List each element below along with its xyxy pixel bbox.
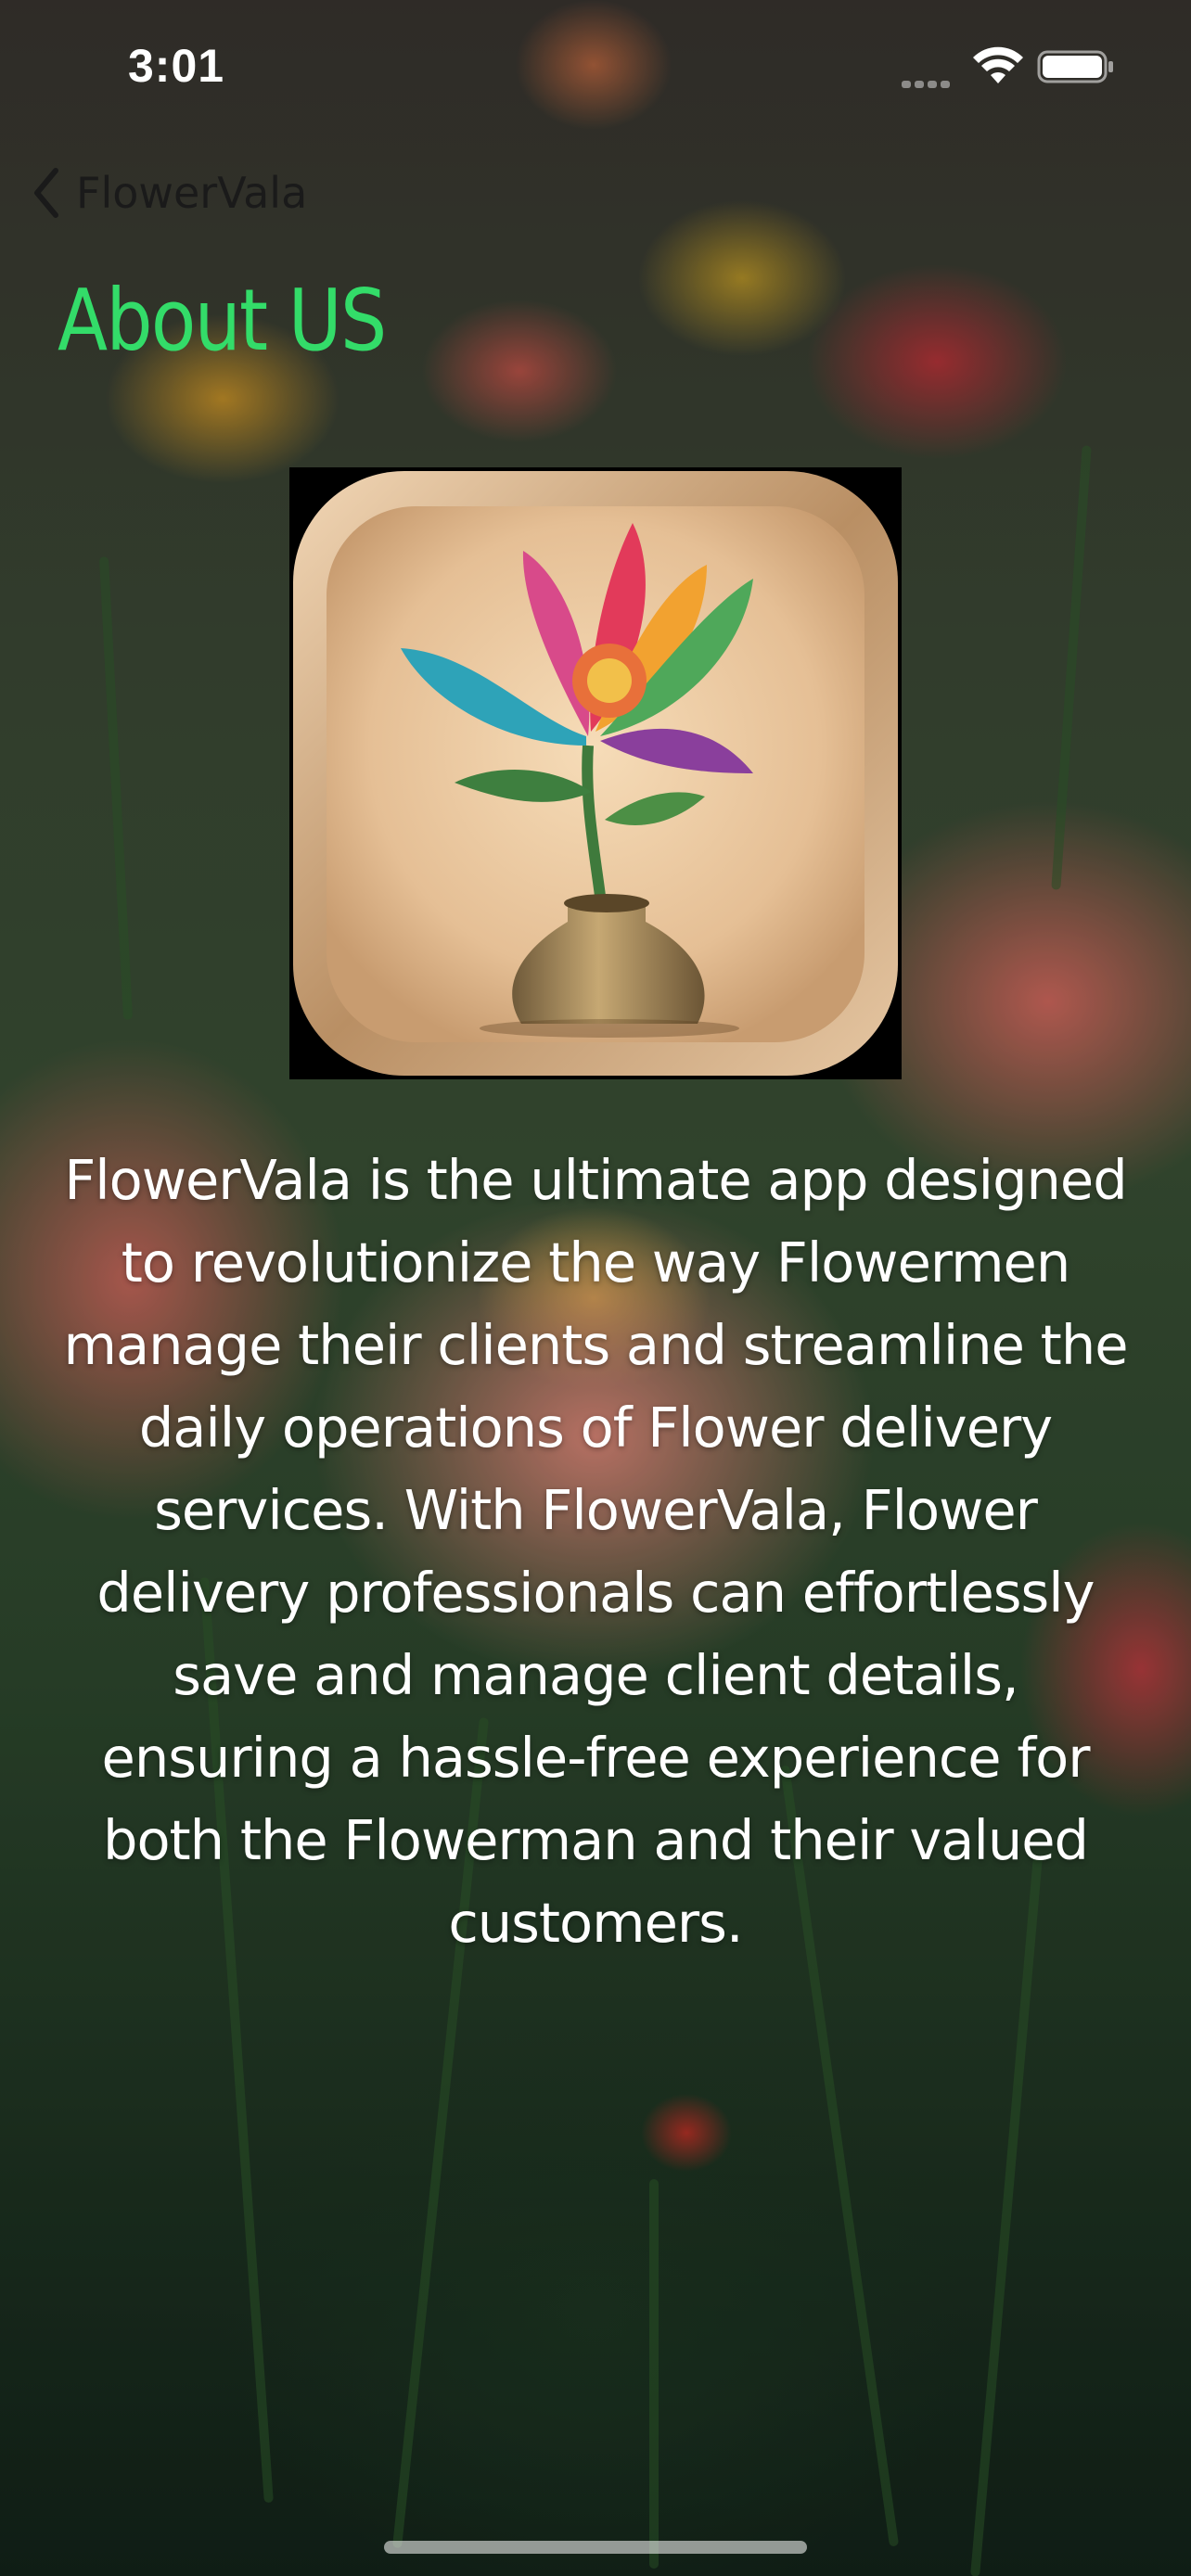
wifi-icon <box>973 46 1023 83</box>
app-logo <box>289 467 902 1079</box>
cellular-signal-icon <box>902 74 957 88</box>
home-indicator[interactable] <box>384 2541 807 2554</box>
back-button-label: FlowerVala <box>76 168 308 218</box>
battery-icon <box>1037 50 1113 83</box>
flower-vase-logo-icon <box>293 471 898 1076</box>
about-description: FlowerVala is the ultimate app designed … <box>63 1148 1128 1955</box>
back-button[interactable]: FlowerVala <box>32 159 307 226</box>
status-time: 3:01 <box>128 40 225 92</box>
status-bar: 3:01 <box>0 0 1191 139</box>
page-title: About US <box>58 271 387 370</box>
chevron-left-icon <box>34 168 58 218</box>
